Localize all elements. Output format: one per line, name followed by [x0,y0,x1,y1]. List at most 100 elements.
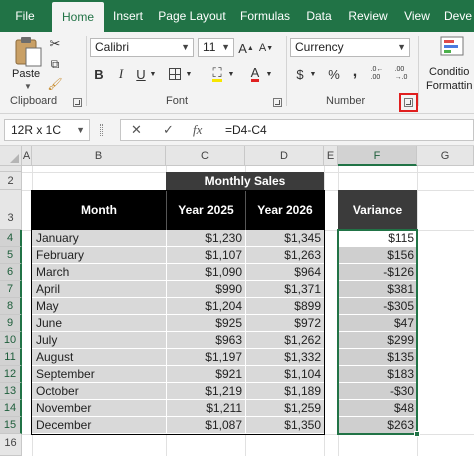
ribbon: Paste ▼ ✂ ⧉ 🖌 Clipboard Calibri ▼ 11 ▼ A ▲ … [0,32,474,114]
decrease-font-button[interactable]: A ▼ [258,38,274,58]
paint-bucket-icon: ⛶ [212,65,222,82]
column-divider [166,230,167,434]
column-header-b[interactable]: B [32,146,166,166]
cancel-icon[interactable]: ✕ [131,122,142,138]
worksheet-grid: A B C D E F G 2 3 4 5 6 7 8 9 10 11 12 1… [0,146,474,456]
select-all-triangle-icon [10,154,19,163]
border-icon [169,68,181,80]
conditional-formatting-label: Conditio [429,66,470,78]
variance-header: Variance [338,190,417,230]
conditional-formatting-icon [440,36,464,56]
chevron-down-icon: ▼ [221,42,230,52]
tab-insert[interactable]: Insert [108,0,148,32]
ribbon-separator [86,36,87,106]
chevron-down-icon: ▼ [76,125,85,135]
borders-button[interactable] [166,64,184,84]
fill-color-dropdown-icon[interactable]: ▼ [226,64,236,84]
tab-review[interactable]: Review [346,0,390,32]
row-header-10[interactable]: 10 [0,332,22,349]
format-painter-button[interactable]: 🖌 [46,74,64,94]
row-header-15[interactable]: 15 [0,417,22,434]
chevron-down-icon: ▼ [397,42,406,52]
fill-handle[interactable] [414,431,420,437]
percent-style-button[interactable]: % [326,64,342,84]
row-header-12[interactable]: 12 [0,366,22,383]
year-2025-header: Year 2025 [166,190,245,230]
cut-button[interactable]: ✂ [46,34,64,54]
tab-data[interactable]: Data [302,0,336,32]
row-header-3[interactable]: 3 [0,190,22,230]
underline-dropdown-icon[interactable]: ▼ [148,64,158,84]
copy-icon: ⧉ [50,56,60,71]
month-header: Month [32,190,166,230]
column-header-g[interactable]: G [417,146,474,166]
underline-button[interactable]: U [134,64,148,84]
comma-style-button[interactable]: , [348,62,362,82]
increase-font-button[interactable]: A ▲ [238,38,254,58]
increase-decimal-button[interactable]: .0← .00 [368,62,386,86]
tab-formulas[interactable]: Formulas [238,0,292,32]
year-2026-header: Year 2026 [245,190,324,230]
ribbon-separator [286,36,287,106]
tab-file[interactable]: File [10,0,40,32]
paste-label: Paste [12,68,41,80]
selection-range [337,229,418,435]
column-header-c[interactable]: C [166,146,245,166]
copy-button[interactable]: ⧉ [46,54,64,74]
accounting-format-button[interactable]: $ [292,64,308,84]
tab-developer[interactable]: Deve [444,0,474,32]
accounting-dropdown-icon[interactable]: ▼ [308,64,318,84]
ribbon-separator [418,36,419,106]
row-header-11[interactable]: 11 [0,349,22,366]
paintbrush-icon: 🖌 [47,77,63,91]
name-box[interactable]: 12R x 1C ▼ [4,119,90,141]
font-color-dropdown-icon[interactable]: ▼ [264,64,274,84]
scissors-icon: ✂ [49,36,61,51]
row-divider [32,433,324,434]
row-header-2[interactable]: 2 [0,172,22,190]
fill-color-button[interactable]: ⛶ [208,64,226,84]
row-header-13[interactable]: 13 [0,383,22,400]
monthly-sales-header: Monthly Sales [166,172,324,190]
row-header-14[interactable]: 14 [0,400,22,417]
italic-button[interactable]: I [114,64,128,84]
paste-dropdown-icon[interactable]: ▼ [24,82,32,91]
tab-view[interactable]: View [400,0,434,32]
column-header-e[interactable]: E [324,146,338,166]
clipboard-group-label: Clipboard [10,95,58,107]
insert-function-icon[interactable]: fx [193,122,202,138]
formula-bar-splitter[interactable] [100,124,103,136]
row-header-9[interactable]: 9 [0,315,22,332]
column-header-a[interactable]: A [22,146,32,166]
font-size-select[interactable]: 11 ▼ [198,38,234,57]
ribbon-tab-bar: File Home Insert Page Layout Formulas Da… [0,0,474,32]
paste-button[interactable]: Paste ▼ [10,34,46,92]
row-header-8[interactable]: 8 [0,298,22,315]
font-dialog-launcher[interactable] [273,98,282,107]
clipboard-dialog-launcher[interactable] [73,98,82,107]
row-header-6[interactable]: 6 [0,264,22,281]
row-header-7[interactable]: 7 [0,281,22,298]
font-color-button[interactable]: A [246,64,264,84]
select-all-button[interactable] [0,146,22,166]
font-name-select[interactable]: Calibri ▼ [90,38,194,57]
tab-home[interactable]: Home [52,2,104,32]
conditional-formatting-button[interactable]: Conditio Formattin [426,34,474,92]
row-header-16[interactable]: 16 [0,434,22,456]
number-group-label: Number [326,95,366,107]
number-format-select[interactable]: Currency ▼ [290,38,410,57]
gridline [324,166,325,456]
borders-dropdown-icon[interactable]: ▼ [184,64,194,84]
column-header-f[interactable]: F [338,146,417,166]
conditional-formatting-label-2: Formattin [426,80,473,92]
formula-input[interactable]: =D4-C4 [219,119,474,141]
row-header-5[interactable]: 5 [0,247,22,264]
enter-check-icon[interactable]: ✓ [163,122,174,138]
bold-button[interactable]: B [92,64,106,84]
row-header-4[interactable]: 4 [0,230,22,247]
column-header-d[interactable]: D [245,146,324,166]
column-divider [245,230,246,434]
tab-page-layout[interactable]: Page Layout [158,0,226,32]
font-group-label: Font [166,95,189,107]
decrease-decimal-button[interactable]: .00 →.0 [392,62,410,86]
